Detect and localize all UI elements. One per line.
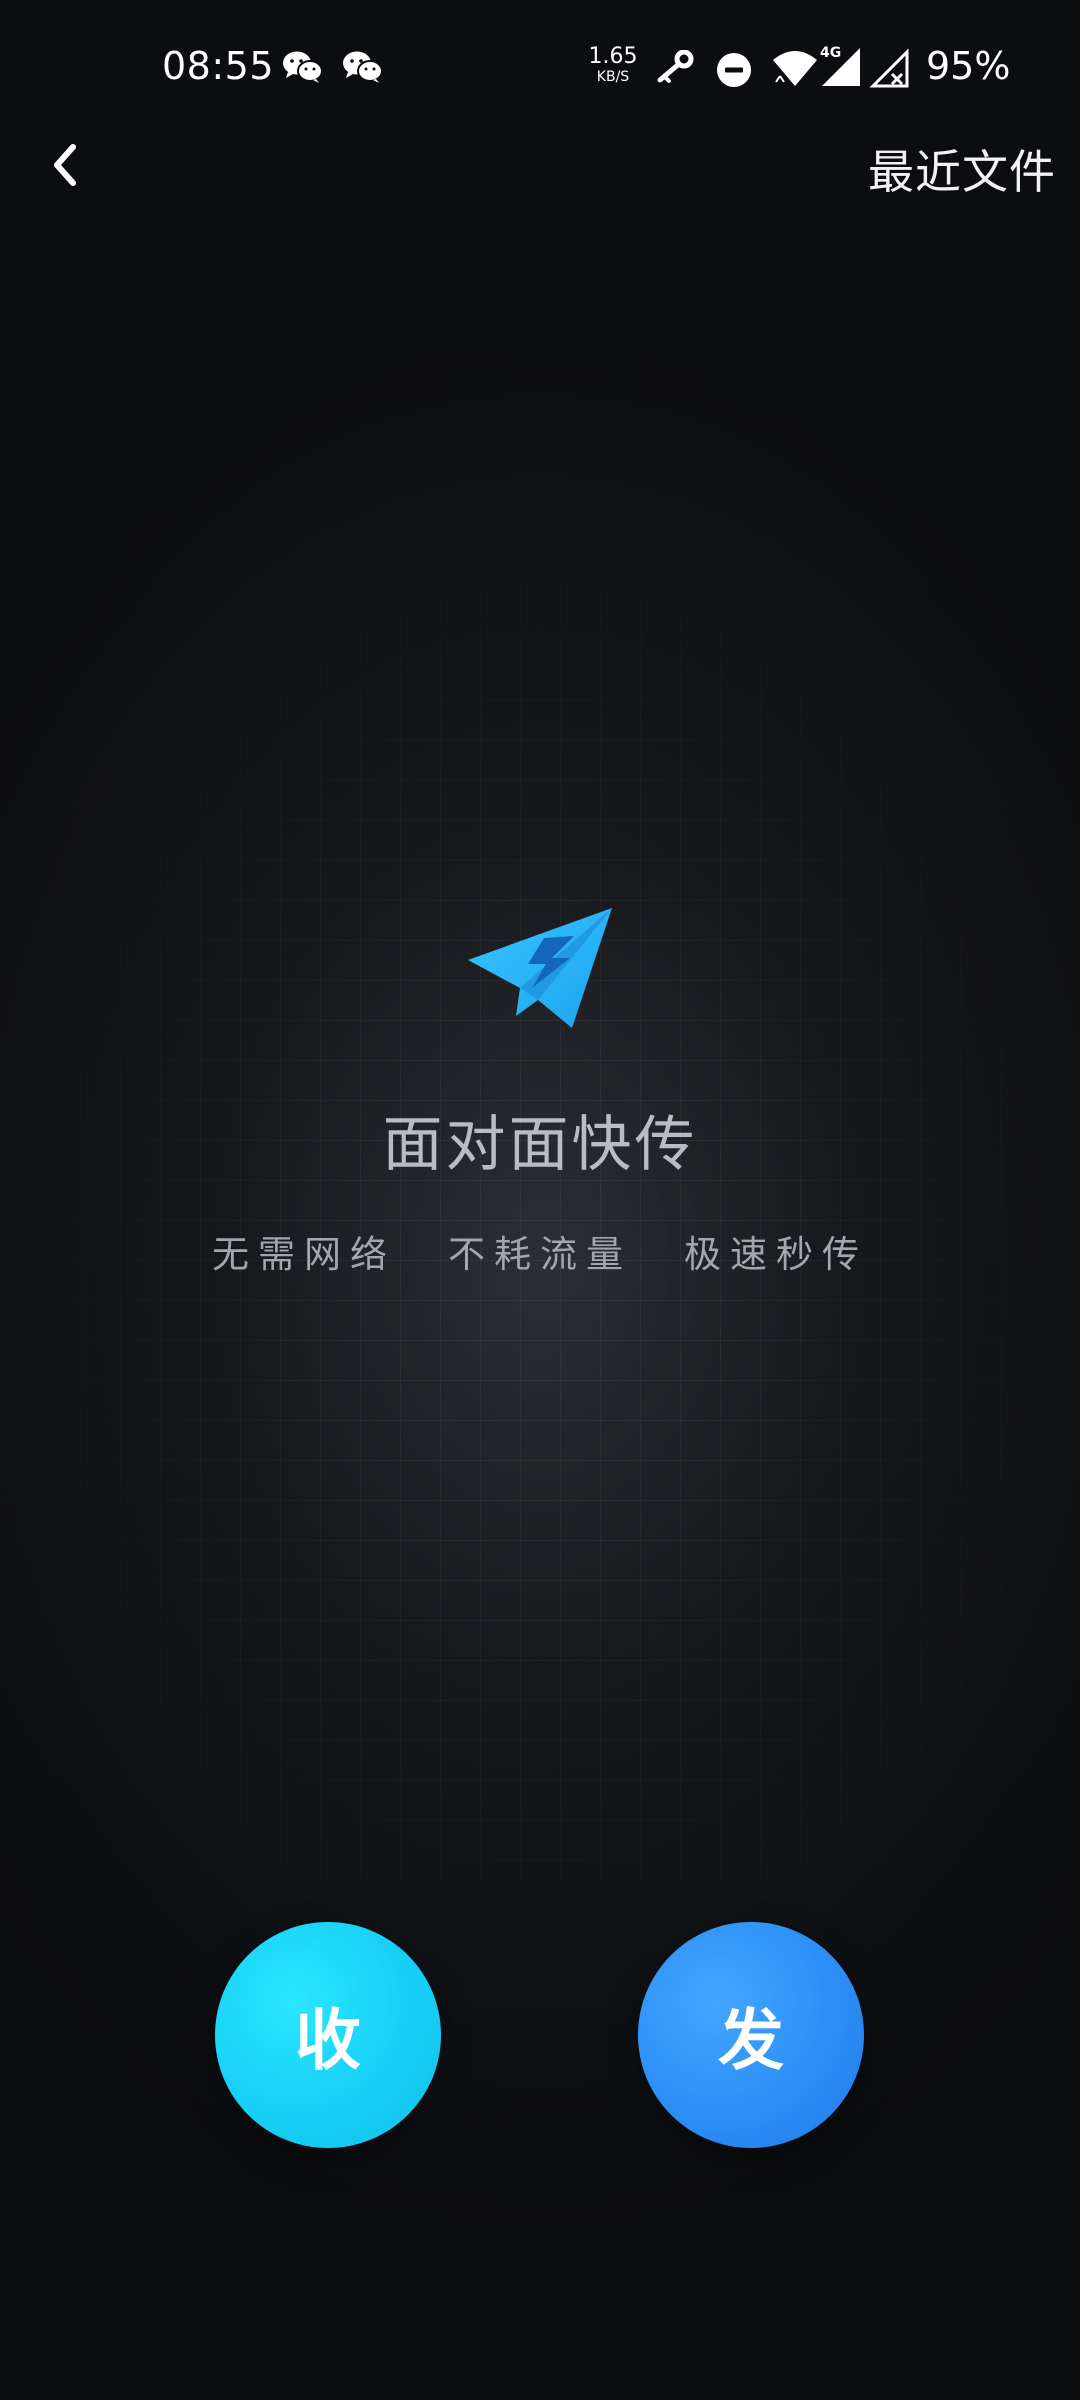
slogan-item: 不耗流量 [448, 1233, 632, 1276]
page-title: 面对面快传 [382, 1110, 698, 1180]
status-bar: 08:55 1.65 KB/S 4G 95% [0, 0, 1080, 136]
net-speed-value: 1.65 [588, 44, 638, 69]
signal-4g-icon: 4G [820, 45, 860, 86]
feature-slogans: 无需网络 不耗流量 极速秒传 [0, 1224, 1080, 1278]
net-speed-unit: KB/S [596, 69, 630, 85]
wechat-icon [283, 51, 323, 83]
chevron-left-icon [54, 144, 76, 186]
do-not-disturb-icon [717, 53, 751, 87]
paper-plane-lightning-icon [468, 908, 612, 1028]
slogan-item: 极速秒传 [684, 1233, 868, 1276]
signal-no-sim-icon [870, 48, 909, 88]
battery-percent: 95% [926, 44, 1011, 88]
back-button[interactable] [30, 130, 100, 200]
wechat-icon [343, 51, 383, 83]
send-button[interactable]: 发 [638, 1922, 864, 2148]
net-speed-indicator: 1.65 KB/S [586, 44, 640, 85]
wifi-icon [773, 51, 817, 86]
slogan-item: 无需网络 [212, 1233, 396, 1276]
network-type-label: 4G [820, 45, 841, 61]
key-icon [657, 50, 694, 83]
receive-button-label: 收 [295, 2002, 361, 2079]
send-button-label: 发 [718, 2002, 784, 2079]
screen: 08:55 1.65 KB/S 4G 95% 最近文件 面对面快传 无需网络 不… [0, 0, 1080, 2400]
status-time: 08:55 [162, 44, 275, 88]
recent-files-button[interactable]: 最近文件 [868, 136, 1056, 202]
receive-button[interactable]: 收 [215, 1922, 441, 2148]
